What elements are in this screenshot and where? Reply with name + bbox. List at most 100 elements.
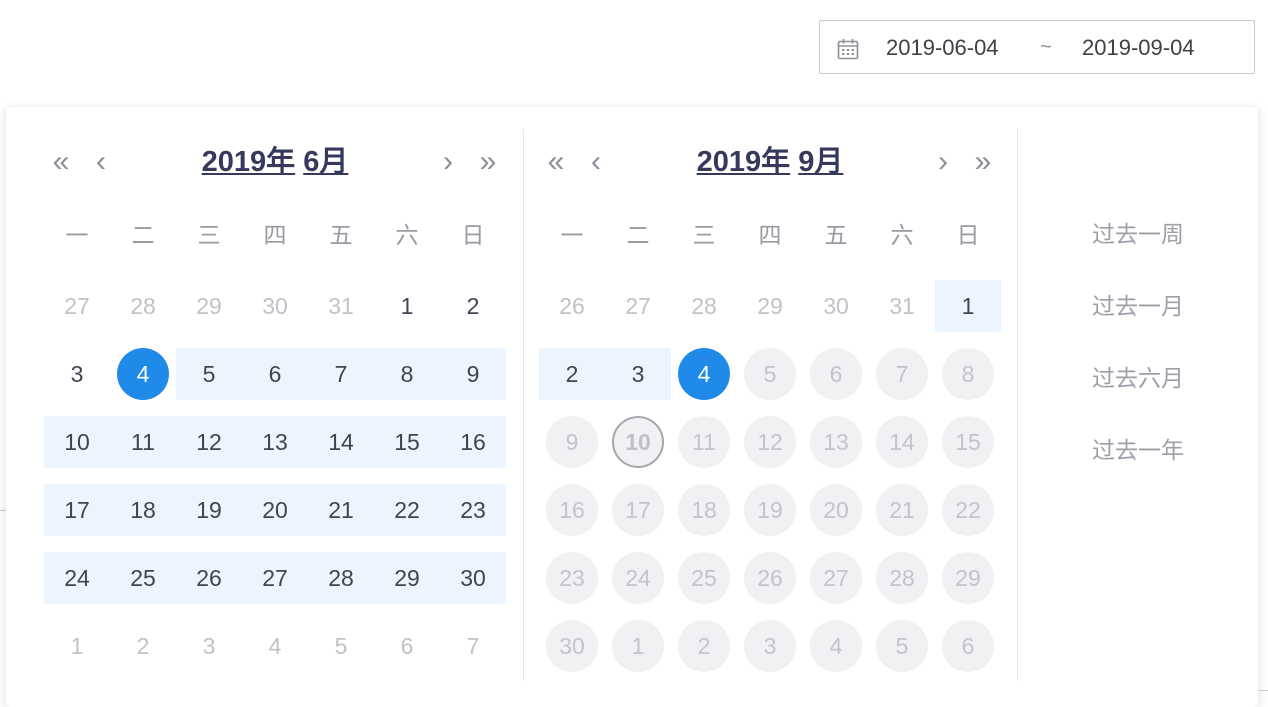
day-number: 6 [400,632,414,659]
next-month-button[interactable]: › [928,143,958,181]
day-cell[interactable]: 5 [308,612,374,680]
day-cell[interactable]: 13 [242,408,308,476]
day-cell[interactable]: 22 [374,476,440,544]
day-cell: 13 [803,408,869,476]
day-cell[interactable]: 11 [110,408,176,476]
next-month-button[interactable]: › [433,143,463,181]
day-cell[interactable]: 3 [176,612,242,680]
day-cell[interactable]: 25 [110,544,176,612]
day-cell[interactable]: 29 [374,544,440,612]
today-day-cell[interactable]: 10 [605,408,671,476]
day-number: 4 [678,348,730,400]
day-cell[interactable]: 18 [110,476,176,544]
day-cell[interactable]: 8 [374,340,440,408]
day-cell[interactable]: 9 [440,340,506,408]
day-cell[interactable]: 10 [44,408,110,476]
shortcut-past-six-months[interactable]: 过去六月 [1018,360,1258,396]
day-cell[interactable]: 27 [605,272,671,340]
day-number: 15 [394,428,420,455]
day-cell[interactable]: 1 [44,612,110,680]
day-cell[interactable]: 5 [176,340,242,408]
day-cell[interactable]: 3 [44,340,110,408]
month-select[interactable]: 6月 [303,146,348,178]
next-year-button[interactable]: » [968,143,998,181]
day-cell[interactable]: 30 [242,272,308,340]
day-cell[interactable]: 2 [110,612,176,680]
end-date-text[interactable]: 2019-09-04 [1082,35,1195,61]
day-cell[interactable]: 15 [374,408,440,476]
day-cell[interactable]: 17 [44,476,110,544]
day-cell[interactable]: 1 [935,272,1001,340]
day-cell[interactable]: 2 [440,272,506,340]
day-cell[interactable]: 31 [869,272,935,340]
month-select[interactable]: 9月 [798,146,843,178]
date-range-input[interactable]: 2019-06-04 ~ 2019-09-04 [819,20,1255,74]
weekday-label: 六 [890,222,914,248]
day-cell[interactable]: 26 [539,272,605,340]
day-cell[interactable]: 29 [176,272,242,340]
day-number: 27 [810,552,862,604]
day-cell[interactable]: 6 [374,612,440,680]
day-cell[interactable]: 2 [539,340,605,408]
day-cell[interactable]: 16 [440,408,506,476]
day-cell[interactable]: 1 [374,272,440,340]
day-number: 19 [744,484,796,536]
day-cell[interactable]: 27 [44,272,110,340]
weekday-label: 日 [461,222,485,248]
day-cell: 7 [869,340,935,408]
left-calendar: « ‹ 2019年 6月 › » 一二三四五六日 27 28 29 30 31 1 2 3 4 5… [44,107,506,707]
day-cell: 5 [869,612,935,680]
day-cell: 2 [671,612,737,680]
day-cell[interactable]: 29 [737,272,803,340]
day-cell[interactable]: 28 [671,272,737,340]
day-cell: 26 [737,544,803,612]
day-cell[interactable]: 6 [242,340,308,408]
day-cell[interactable]: 23 [440,476,506,544]
day-cell[interactable]: 4 [242,612,308,680]
selected-day-cell[interactable]: 4 [110,340,176,408]
shortcut-list: 过去一周 过去一月 过去六月 过去一年 [1018,107,1258,707]
shortcut-past-week[interactable]: 过去一周 [1018,216,1258,252]
day-cell: 8 [935,340,1001,408]
year-select[interactable]: 2019年 [202,146,296,178]
day-cell[interactable]: 21 [308,476,374,544]
day-cell[interactable]: 20 [242,476,308,544]
day-cell[interactable]: 30 [440,544,506,612]
day-number: 11 [131,428,155,455]
day-number: 25 [130,564,156,591]
selected-day-cell[interactable]: 4 [671,340,737,408]
day-cell: 6 [803,340,869,408]
day-number: 31 [889,292,915,319]
day-number: 9 [466,360,480,387]
day-cell[interactable]: 28 [308,544,374,612]
day-cell: 20 [803,476,869,544]
day-cell[interactable]: 27 [242,544,308,612]
year-select[interactable]: 2019年 [697,146,791,178]
shortcut-past-month[interactable]: 过去一月 [1018,288,1258,324]
start-date-text[interactable]: 2019-06-04 [886,35,999,61]
day-number: 26 [196,564,222,591]
next-year-button[interactable]: » [473,143,503,181]
day-cell[interactable]: 24 [44,544,110,612]
day-cell[interactable]: 3 [605,340,671,408]
day-number: 13 [262,428,288,455]
day-cell[interactable]: 14 [308,408,374,476]
day-cell[interactable]: 7 [308,340,374,408]
day-cell[interactable]: 26 [176,544,242,612]
shortcut-past-year[interactable]: 过去一年 [1018,432,1258,468]
day-number: 15 [942,416,994,468]
day-cell[interactable]: 31 [308,272,374,340]
day-cell[interactable]: 19 [176,476,242,544]
day-number: 28 [328,564,354,591]
day-cell[interactable]: 30 [803,272,869,340]
day-number: 4 [810,620,862,672]
day-cell[interactable]: 7 [440,612,506,680]
weekday-label: 日 [956,222,980,248]
day-number: 7 [334,360,348,387]
day-number: 20 [810,484,862,536]
day-number: 25 [678,552,730,604]
day-number: 29 [942,552,994,604]
day-cell[interactable]: 28 [110,272,176,340]
calendar-divider [523,129,524,681]
day-cell[interactable]: 12 [176,408,242,476]
